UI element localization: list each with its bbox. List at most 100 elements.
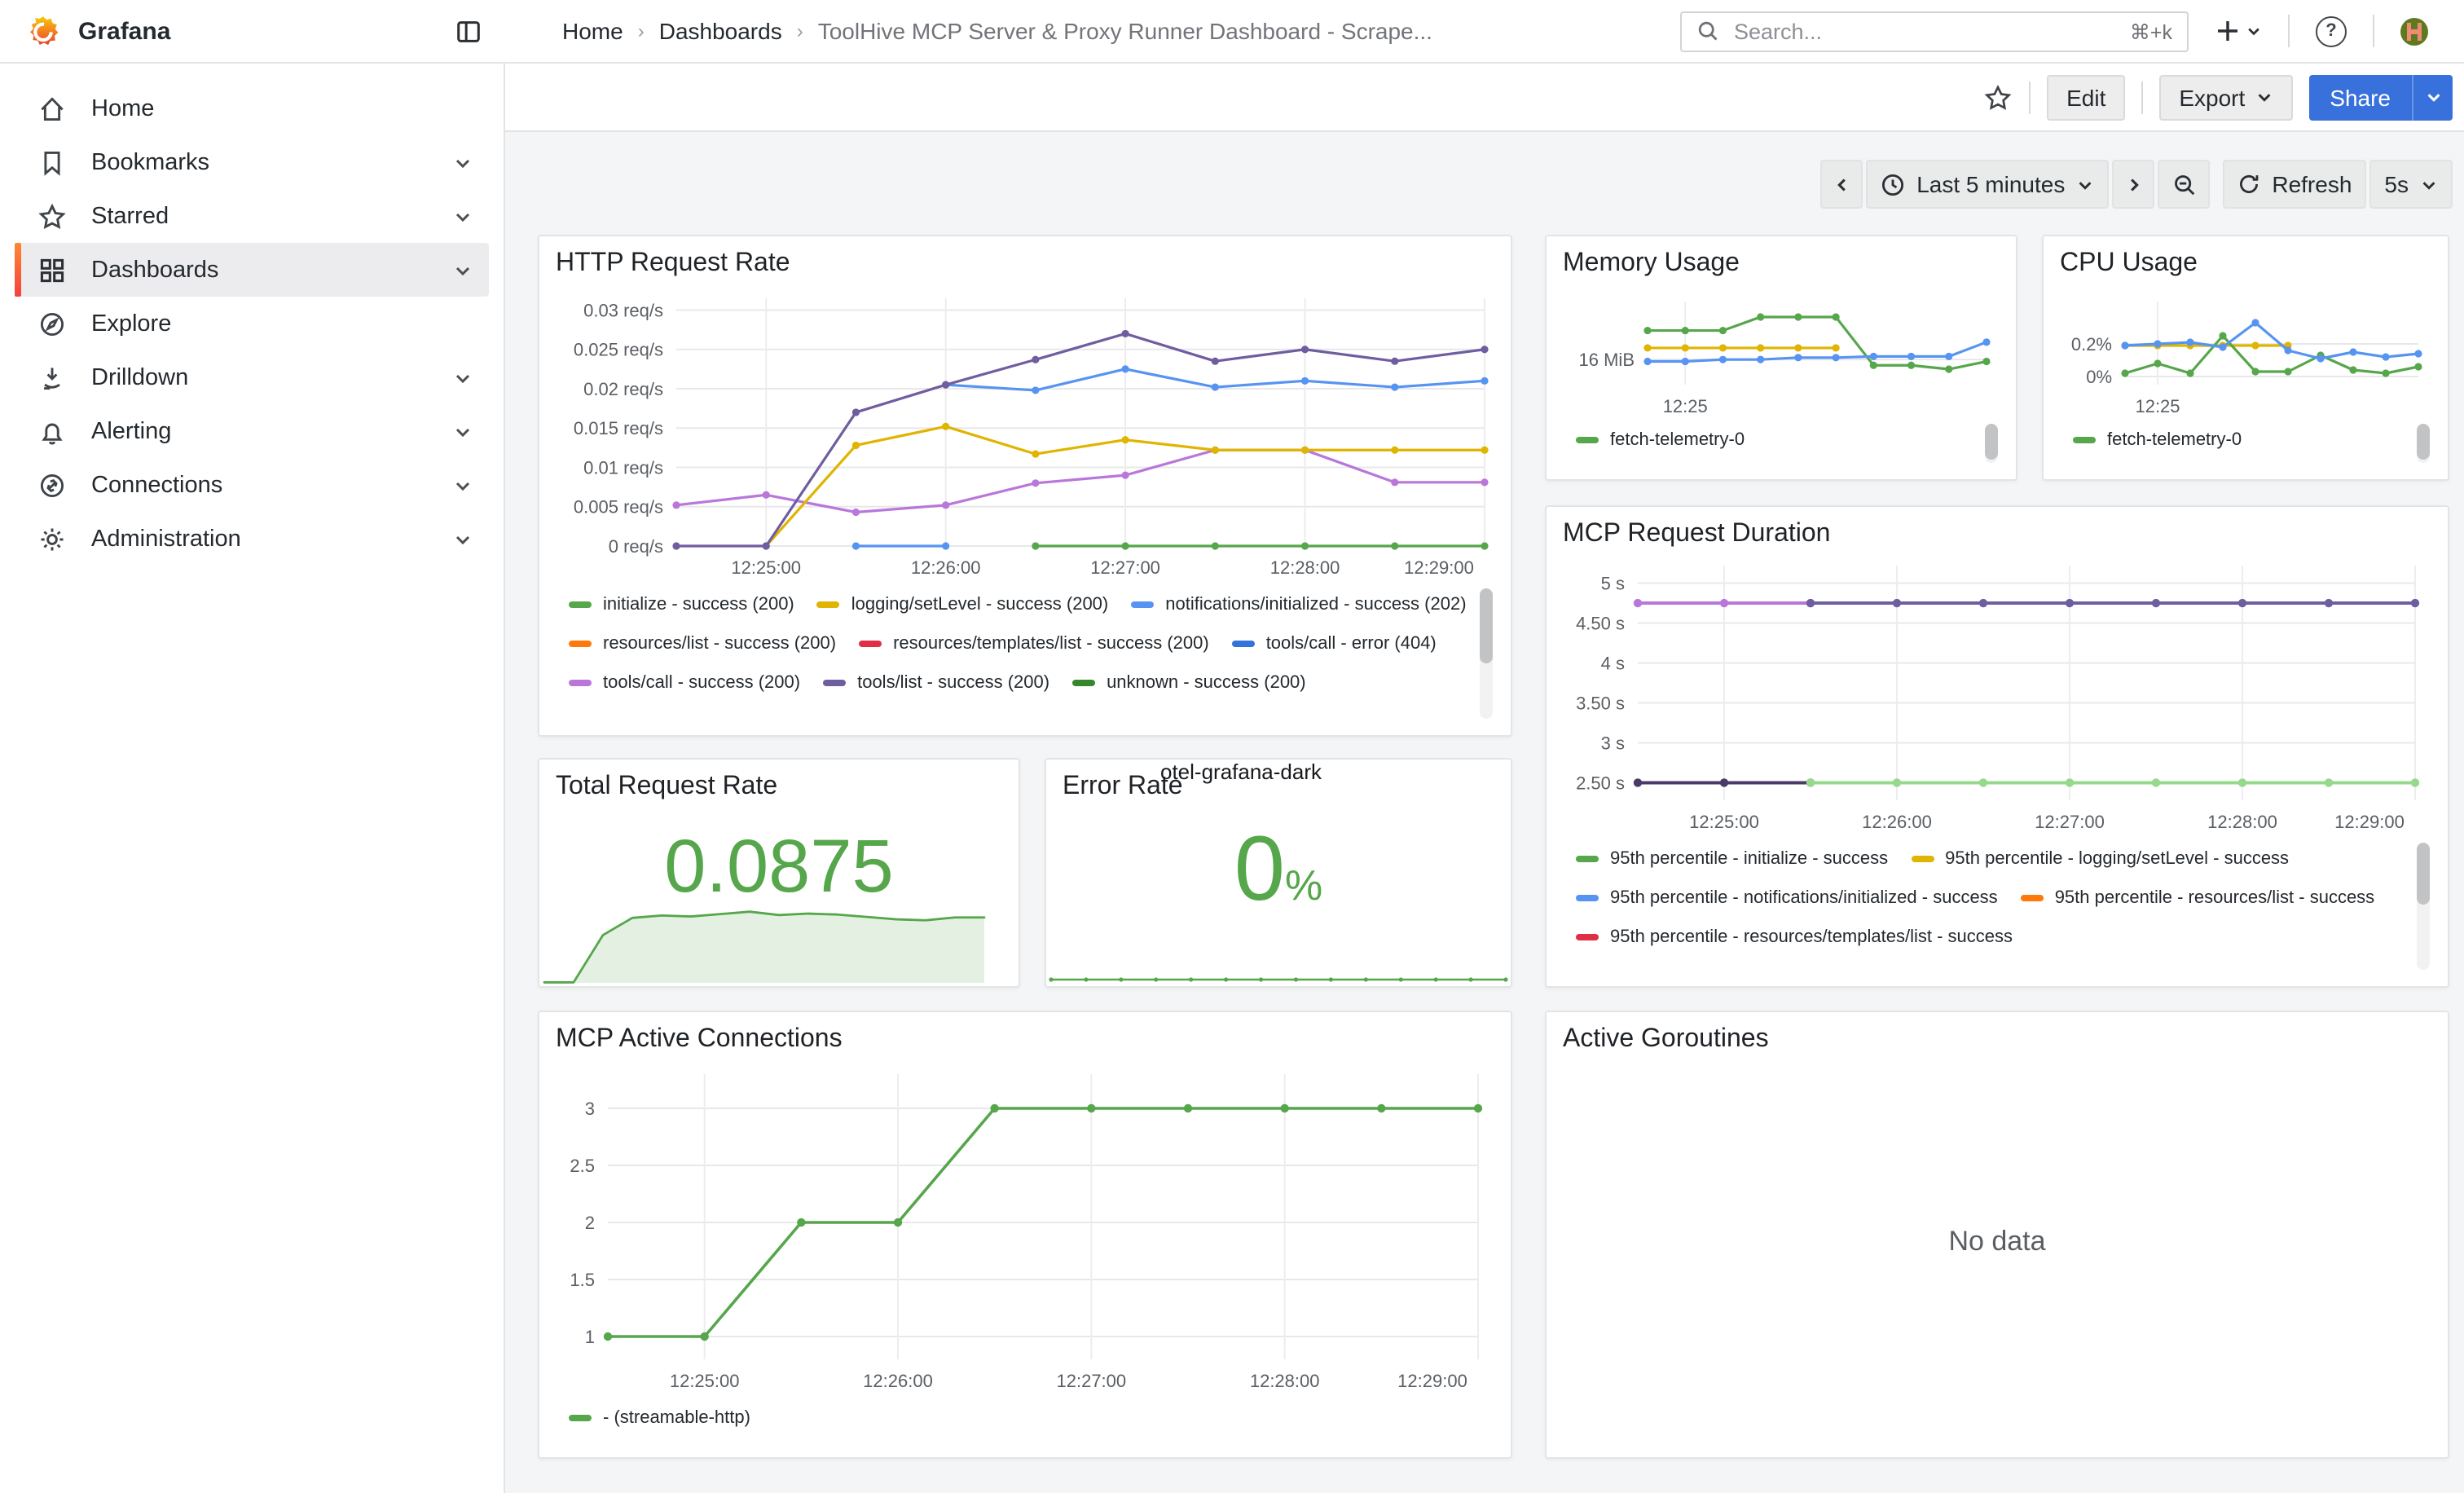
- breadcrumb-home[interactable]: Home: [562, 18, 623, 44]
- home-icon: [36, 94, 67, 123]
- chevron-down-icon[interactable]: [453, 152, 473, 172]
- panel-error-rate: Error Rate otel-grafana-dark 0%: [1045, 758, 1512, 988]
- chevron-down-icon: [2424, 88, 2442, 106]
- refresh-icon: [2237, 173, 2260, 196]
- legend-item[interactable]: tools/call - success (200): [569, 670, 800, 694]
- legend-item[interactable]: resources/templates/list - success (200): [859, 631, 1209, 655]
- chevron-down-icon[interactable]: [453, 206, 473, 226]
- svg-text:5 s: 5 s: [1601, 574, 1625, 594]
- time-range-group: Last 5 minutes: [1820, 160, 2210, 209]
- svg-text:0.2%: 0.2%: [2071, 334, 2112, 355]
- sidebar-item-alerting[interactable]: Alerting: [15, 404, 489, 458]
- refresh-interval-picker[interactable]: 5s: [2369, 160, 2453, 209]
- svg-text:3 s: 3 s: [1601, 733, 1625, 753]
- svg-text:12:28:00: 12:28:00: [1270, 557, 1340, 578]
- edit-button[interactable]: Edit: [2047, 74, 2125, 120]
- svg-text:12:26:00: 12:26:00: [1862, 812, 1932, 832]
- link-icon: [36, 470, 67, 500]
- help-button[interactable]: ?: [2316, 15, 2347, 46]
- gear-icon: [36, 524, 67, 553]
- legend-scrollbar[interactable]: [2417, 424, 2430, 463]
- panel-title[interactable]: MCP Active Connections: [556, 1022, 1494, 1058]
- svg-text:0.02 req/s: 0.02 req/s: [583, 379, 663, 399]
- mcp-active-connections-chart[interactable]: 11.522.5312:25:0012:26:0012:27:0012:28:0…: [556, 1058, 1494, 1398]
- panel-title[interactable]: CPU Usage: [2060, 246, 2431, 282]
- sidebar-item-starred[interactable]: Starred: [15, 189, 489, 243]
- sidebar-item-explore[interactable]: Explore: [15, 297, 489, 350]
- legend-item[interactable]: - (streamable-http): [569, 1405, 750, 1429]
- legend-item[interactable]: initialize - success (200): [569, 592, 794, 616]
- panel-title[interactable]: Active Goroutines: [1563, 1022, 2431, 1058]
- mcp-request-duration-chart[interactable]: 2.50 s3 s3.50 s4 s4.50 s5 s12:25:0012:26…: [1563, 553, 2431, 839]
- share-button[interactable]: Share: [2308, 74, 2412, 120]
- bookmark-icon: [36, 148, 67, 177]
- cpu-usage-chart[interactable]: 0%0.2%12:25: [2060, 282, 2431, 421]
- legend-swatch: [569, 679, 592, 685]
- svg-text:12:25: 12:25: [1663, 396, 1708, 416]
- svg-text:12:25:00: 12:25:00: [1689, 812, 1759, 832]
- svg-text:0.025 req/s: 0.025 req/s: [574, 340, 663, 360]
- chevron-down-icon[interactable]: [453, 421, 473, 441]
- time-back-button[interactable]: [1820, 160, 1863, 209]
- legend-item[interactable]: unknown - success (200): [1072, 670, 1306, 694]
- share-menu-button[interactable]: [2412, 74, 2453, 120]
- zoom-out-button[interactable]: [2158, 160, 2210, 209]
- http-request-rate-chart[interactable]: 0 req/s0.005 req/s0.01 req/s0.015 req/s0…: [556, 282, 1494, 585]
- panel-title[interactable]: MCP Request Duration: [1563, 517, 2431, 553]
- search-shortcut: ⌘+k: [2130, 19, 2172, 43]
- refresh-button[interactable]: Refresh: [2223, 160, 2366, 209]
- chevron-down-icon[interactable]: [453, 529, 473, 548]
- panel-title[interactable]: Memory Usage: [1563, 246, 2000, 282]
- sidebar-item-connections[interactable]: Connections: [15, 458, 489, 512]
- panel-memory-usage: Memory Usage 16 MiB12:25 fetch-telemetry…: [1545, 235, 2017, 481]
- chevron-down-icon: [2076, 175, 2094, 193]
- legend-item[interactable]: tools/call - error (404): [1232, 631, 1437, 655]
- grafana-app: Grafana Home › Dashboards › ToolHive MCP…: [0, 0, 2464, 1493]
- favorite-star-button[interactable]: [1983, 82, 2013, 112]
- sidebar-item-bookmarks[interactable]: Bookmarks: [15, 135, 489, 189]
- legend-scrollbar[interactable]: [1985, 424, 1998, 463]
- panel-title[interactable]: HTTP Request Rate: [556, 246, 1494, 282]
- chevron-left-icon: [1833, 175, 1850, 193]
- add-button[interactable]: [2215, 18, 2262, 44]
- chevron-down-icon[interactable]: [453, 475, 473, 495]
- legend-item[interactable]: logging/setLevel - success (200): [817, 592, 1109, 616]
- memory-usage-chart[interactable]: 16 MiB12:25: [1563, 282, 2000, 421]
- time-forward-button[interactable]: [2112, 160, 2154, 209]
- sidebar-item-dashboards[interactable]: Dashboards: [15, 243, 489, 297]
- sidebar-item-administration[interactable]: Administration: [15, 512, 489, 566]
- search-input-box[interactable]: ⌘+k: [1680, 11, 2189, 51]
- legend-scrollbar[interactable]: [2417, 843, 2430, 970]
- legend-item[interactable]: 95th percentile - resources/templates/li…: [1576, 924, 2013, 949]
- panel-cpu-usage: CPU Usage 0%0.2%12:25 fetch-telemetry-0: [2042, 235, 2449, 481]
- panel-title[interactable]: Total Request Rate: [556, 769, 1002, 805]
- sidebar-item-drilldown[interactable]: Drilldown: [15, 350, 489, 404]
- legend-item[interactable]: resources/list - success (200): [569, 631, 836, 655]
- export-button[interactable]: Export: [2159, 74, 2292, 120]
- breadcrumb: Home › Dashboards › ToolHive MCP Server …: [562, 18, 1432, 44]
- legend-swatch: [1576, 894, 1599, 901]
- chevron-down-icon: [2255, 88, 2273, 106]
- legend-item[interactable]: 95th percentile - resources/list - succe…: [2021, 885, 2375, 909]
- sidebar-toggle-icon[interactable]: [455, 17, 482, 45]
- chevron-down-icon[interactable]: [453, 368, 473, 387]
- legend-item[interactable]: fetch-telemetry-0: [2073, 427, 2242, 451]
- legend-item[interactable]: tools/list - success (200): [823, 670, 1049, 694]
- sidebar-item-home[interactable]: Home: [15, 81, 489, 135]
- http-legend: initialize - success (200) logging/setLev…: [556, 585, 1494, 722]
- legend-swatch: [817, 601, 840, 607]
- breadcrumb-dashboards[interactable]: Dashboards: [659, 18, 782, 44]
- legend-item[interactable]: notifications/initialized - success (202…: [1131, 592, 1466, 616]
- legend-scrollbar[interactable]: [1480, 588, 1493, 719]
- legend-item[interactable]: 95th percentile - initialize - success: [1576, 846, 1888, 870]
- time-controls: Last 5 minutes Refresh 5s: [1820, 160, 2453, 209]
- svg-text:0 req/s: 0 req/s: [609, 536, 663, 557]
- svg-text:12:29:00: 12:29:00: [2334, 812, 2405, 832]
- legend-item[interactable]: 95th percentile - notifications/initiali…: [1576, 885, 1998, 909]
- user-avatar[interactable]: [2400, 17, 2428, 45]
- legend-item[interactable]: 95th percentile - logging/setLevel - suc…: [1911, 846, 2289, 870]
- search-input[interactable]: [1731, 17, 2119, 45]
- legend-item[interactable]: fetch-telemetry-0: [1576, 427, 1745, 451]
- chevron-down-icon[interactable]: [453, 260, 473, 280]
- time-range-picker[interactable]: Last 5 minutes: [1866, 160, 2109, 209]
